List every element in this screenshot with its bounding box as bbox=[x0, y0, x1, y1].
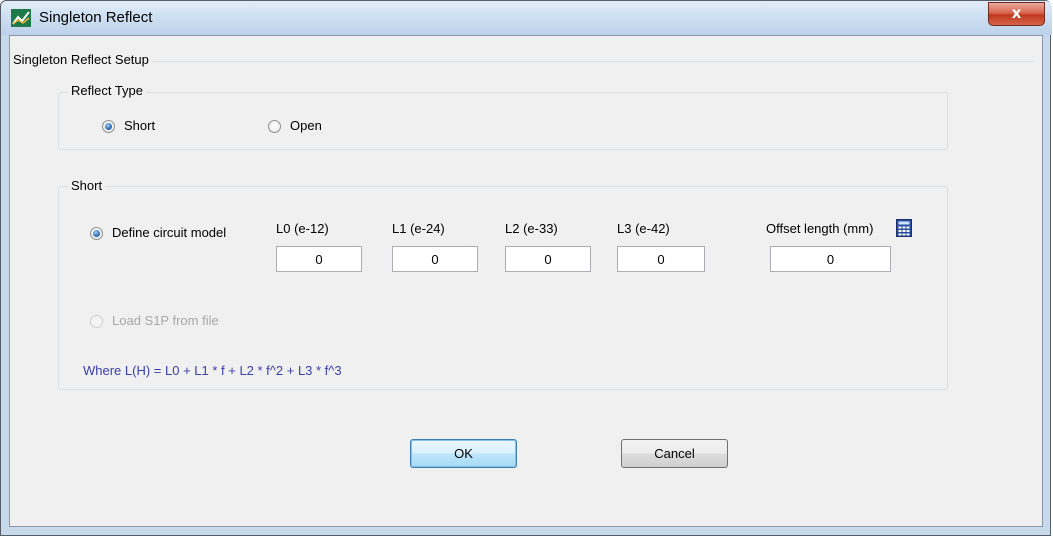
offset-length-label: Offset length (mm) bbox=[766, 221, 874, 236]
ok-button[interactable]: OK bbox=[410, 439, 517, 468]
l2-input[interactable] bbox=[505, 246, 591, 272]
short-legend: Short bbox=[68, 178, 106, 193]
short-radio-label[interactable]: Short bbox=[124, 118, 155, 133]
window-title: Singleton Reflect bbox=[39, 9, 153, 26]
reflect-type-group bbox=[58, 92, 948, 150]
short-radio[interactable] bbox=[102, 120, 115, 133]
reflect-type-legend: Reflect Type bbox=[68, 83, 147, 98]
l0-label: L0 (e-12) bbox=[276, 221, 329, 236]
l0-input[interactable] bbox=[276, 246, 362, 272]
close-button[interactable]: x bbox=[988, 2, 1045, 26]
load-s1p-label[interactable]: Load S1P from file bbox=[112, 313, 219, 328]
l1-input[interactable] bbox=[392, 246, 478, 272]
l2-label: L2 (e-33) bbox=[505, 221, 558, 236]
define-circuit-model-label[interactable]: Define circuit model bbox=[112, 225, 226, 240]
setup-legend: Singleton Reflect Setup bbox=[10, 52, 152, 67]
title-bar[interactable]: Singleton Reflect x bbox=[1, 1, 1052, 35]
dialog-window: Singleton Reflect x Singleton Reflect Se… bbox=[0, 0, 1052, 536]
open-radio[interactable] bbox=[268, 120, 281, 133]
l1-label: L1 (e-24) bbox=[392, 221, 445, 236]
cancel-button[interactable]: Cancel bbox=[621, 439, 728, 468]
define-circuit-model-radio[interactable] bbox=[90, 227, 103, 240]
l3-input[interactable] bbox=[617, 246, 705, 272]
formula-text: Where L(H) = L0 + L1 * f + L2 * f^2 + L3… bbox=[83, 363, 342, 378]
dialog-client-area: Singleton Reflect Setup Reflect Type Sho… bbox=[9, 35, 1043, 527]
close-icon: x bbox=[1011, 4, 1022, 22]
open-radio-label[interactable]: Open bbox=[290, 118, 322, 133]
app-icon bbox=[11, 9, 31, 27]
l3-label: L3 (e-42) bbox=[617, 221, 670, 236]
offset-length-input[interactable] bbox=[770, 246, 891, 272]
calculator-icon[interactable] bbox=[896, 219, 912, 237]
short-group bbox=[58, 186, 948, 390]
load-s1p-radio[interactable] bbox=[90, 315, 103, 328]
